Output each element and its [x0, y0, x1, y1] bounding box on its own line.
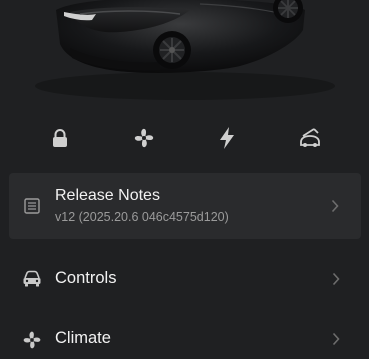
menu-item-controls[interactable]: Controls: [0, 259, 369, 299]
menu-item-label: Controls: [55, 269, 117, 287]
chevron-right-icon: [332, 332, 340, 351]
chevron-right-icon: [332, 272, 340, 291]
car-image: [0, 0, 369, 105]
lock-button[interactable]: [40, 120, 80, 156]
trunk-button[interactable]: [290, 120, 330, 156]
quick-actions-bar: [0, 120, 369, 156]
release-notes-card[interactable]: Release Notes v12 (2025.20.6 046c4575d12…: [9, 173, 361, 239]
fan-icon: [133, 127, 155, 149]
document-list-icon: [24, 198, 40, 219]
menu-item-label: Climate: [55, 329, 111, 347]
climate-quick-button[interactable]: [124, 120, 164, 156]
release-notes-title: Release Notes: [55, 187, 160, 204]
menu-item-climate[interactable]: Climate: [0, 319, 369, 359]
lock-icon: [51, 128, 69, 148]
software-version: v12 (2025.20.6 046c4575d120): [55, 210, 229, 224]
car-icon: [22, 270, 42, 293]
trunk-open-icon: [298, 127, 322, 149]
fan-icon: [22, 330, 42, 355]
chevron-right-icon: [331, 199, 339, 218]
lightning-icon: [219, 127, 235, 149]
charging-button[interactable]: [207, 120, 247, 156]
